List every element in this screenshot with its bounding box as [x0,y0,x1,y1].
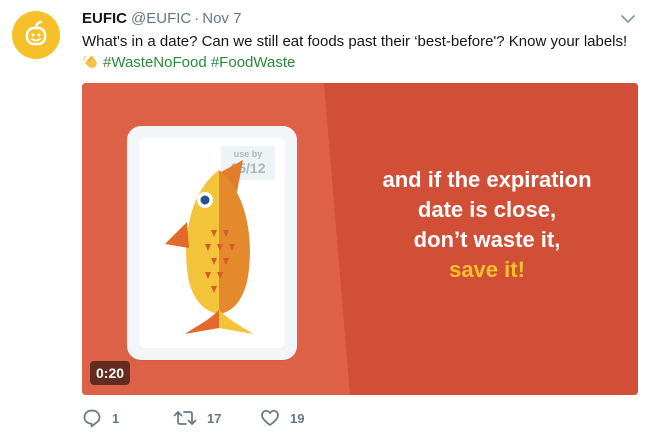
caret-down-icon[interactable] [620,12,636,26]
food-label: use by 05/12 [139,138,285,348]
like-button[interactable]: 19 [260,408,304,430]
reply-icon [83,409,101,428]
clapping-hands-icon [82,55,97,68]
reply-button[interactable]: 1 [82,408,119,430]
author-name[interactable]: EUFIC [82,10,127,27]
fish-illustration [165,160,253,334]
video-caption: and if the expiration date is close, don… [352,165,622,285]
retweet-icon [173,411,197,425]
retweet-button[interactable]: 17 [173,408,221,430]
caption-line: don’t waste it, [413,227,561,252]
caption-line: date is close, [417,197,557,222]
video-player[interactable]: use by 05/12 and if the expiration date … [82,83,638,395]
video-duration-badge: 0:20 [90,361,131,385]
avatar-logo-icon [25,20,47,46]
like-count: 19 [290,411,305,426]
like-icon [261,409,279,426]
tweet: EUFIC @EUFIC · Nov 7 What's in a date? Can … [0,0,651,440]
food-label-card: use by 05/12 [127,126,297,360]
caption-line: and if the expiration [382,167,592,192]
tweet-header: EUFIC @EUFIC · Nov 7 [82,9,241,29]
retweet-count: 17 [207,411,222,426]
author-handle[interactable]: @EUFIC [131,10,191,27]
hashtag-link[interactable]: #WasteNoFood [103,54,207,71]
separator-dot: · [194,10,200,27]
hashtag-link[interactable]: #FoodWaste [211,54,296,71]
author-avatar[interactable] [12,11,60,59]
tweet-text: What's in a date? Can we still eat foods… [82,31,642,73]
tweet-body: What's in a date? Can we still eat foods… [82,33,628,50]
tweet-date[interactable]: Nov 7 [202,10,241,27]
caption-highlight: save it! [449,257,525,282]
reply-count: 1 [112,411,120,426]
